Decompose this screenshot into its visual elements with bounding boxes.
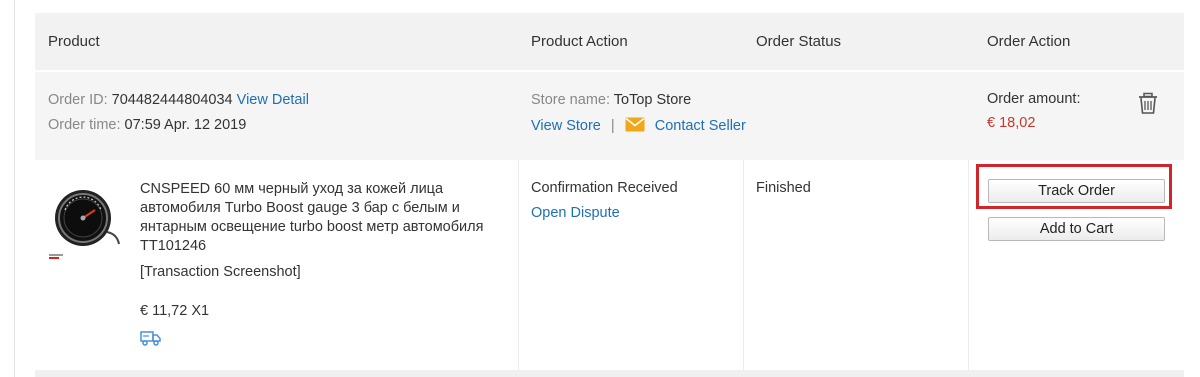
envelope-icon[interactable] <box>625 117 645 132</box>
column-divider <box>518 160 519 372</box>
order-item-row: CNSPEED 60 мм черный уход за кожей лица … <box>35 160 1184 372</box>
product-action-status: Confirmation Received <box>531 180 678 196</box>
order-id-value: 704482444804034 <box>111 92 233 108</box>
header-product-action: Product Action <box>531 33 628 50</box>
order-time-label: Order time: <box>48 117 121 133</box>
table-header: Product Product Action Order Status Orde… <box>35 13 1184 70</box>
transaction-screenshot-link[interactable]: [Transaction Screenshot] <box>140 264 301 280</box>
store-links: View Store | Contact Seller <box>531 117 746 134</box>
order-status-value: Finished <box>756 180 811 196</box>
link-separator: | <box>610 118 615 134</box>
item-price-quantity: € 11,72 X1 <box>140 303 210 319</box>
order-meta-row: Order ID: 704482444804034 View Detail Or… <box>35 70 1184 160</box>
column-divider <box>743 160 744 372</box>
order-amount-value: € 18,02 <box>987 115 1036 131</box>
store-name-value: ToTop Store <box>613 92 692 108</box>
view-detail-link[interactable]: View Detail <box>237 92 309 108</box>
store-name-line: Store name: ToTop Store <box>531 92 691 108</box>
header-order-action: Order Action <box>987 33 1071 50</box>
header-product: Product <box>48 33 100 50</box>
delivery-truck-icon[interactable] <box>140 330 162 346</box>
product-thumbnail[interactable] <box>47 182 125 260</box>
order-time-value: 07:59 Apr. 12 2019 <box>124 117 247 133</box>
store-name-label: Store name: <box>531 92 610 108</box>
bottom-strip <box>35 370 1184 377</box>
open-dispute-link[interactable]: Open Dispute <box>531 205 620 221</box>
add-to-cart-button[interactable]: Add to Cart <box>988 217 1165 241</box>
order-table: Product Product Action Order Status Orde… <box>35 13 1184 372</box>
view-store-link[interactable]: View Store <box>531 118 601 134</box>
track-order-button[interactable]: Track Order <box>988 179 1165 203</box>
order-amount-label: Order amount: <box>987 91 1081 107</box>
order-time-line: Order time: 07:59 Apr. 12 2019 <box>48 117 246 133</box>
order-id-line: Order ID: 704482444804034 View Detail <box>48 92 309 108</box>
column-divider <box>968 160 969 372</box>
order-id-label: Order ID: <box>48 92 108 108</box>
product-title-link[interactable]: CNSPEED 60 мм черный уход за кожей лица … <box>140 180 505 256</box>
trash-icon[interactable] <box>1137 92 1159 114</box>
left-border <box>14 0 15 377</box>
contact-seller-link[interactable]: Contact Seller <box>655 118 746 134</box>
header-order-status: Order Status <box>756 33 842 50</box>
